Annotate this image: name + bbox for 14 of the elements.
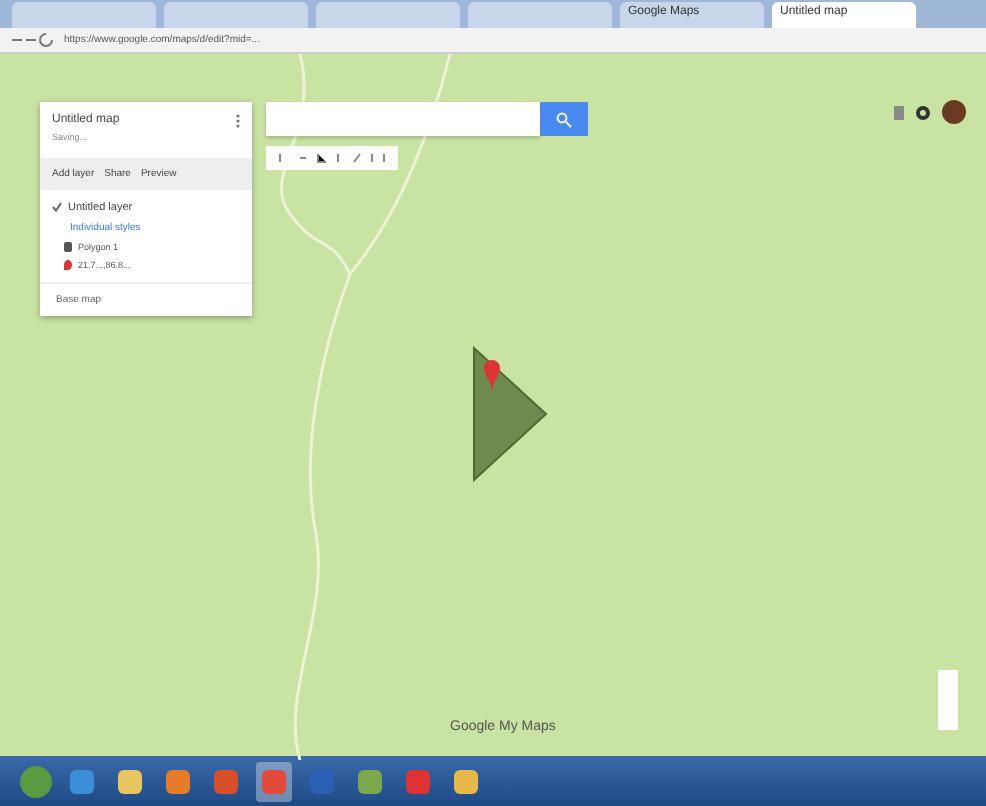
search-field[interactable] — [266, 102, 540, 136]
polygon-icon — [64, 242, 72, 252]
search-button[interactable] — [540, 102, 588, 136]
start-icon[interactable] — [20, 765, 52, 797]
search-icon — [556, 111, 572, 127]
map-toolbar[interactable] — [266, 146, 398, 170]
avatar[interactable] — [942, 100, 966, 124]
notification-icon[interactable] — [916, 105, 930, 119]
apps-icon[interactable] — [894, 105, 904, 119]
drawing-tools-icon[interactable] — [274, 150, 390, 166]
marker-icon — [64, 260, 72, 270]
navigation-icon[interactable] — [8, 32, 56, 48]
layer-checkbox[interactable] — [52, 202, 62, 212]
polygon-drawing[interactable] — [470, 344, 550, 484]
